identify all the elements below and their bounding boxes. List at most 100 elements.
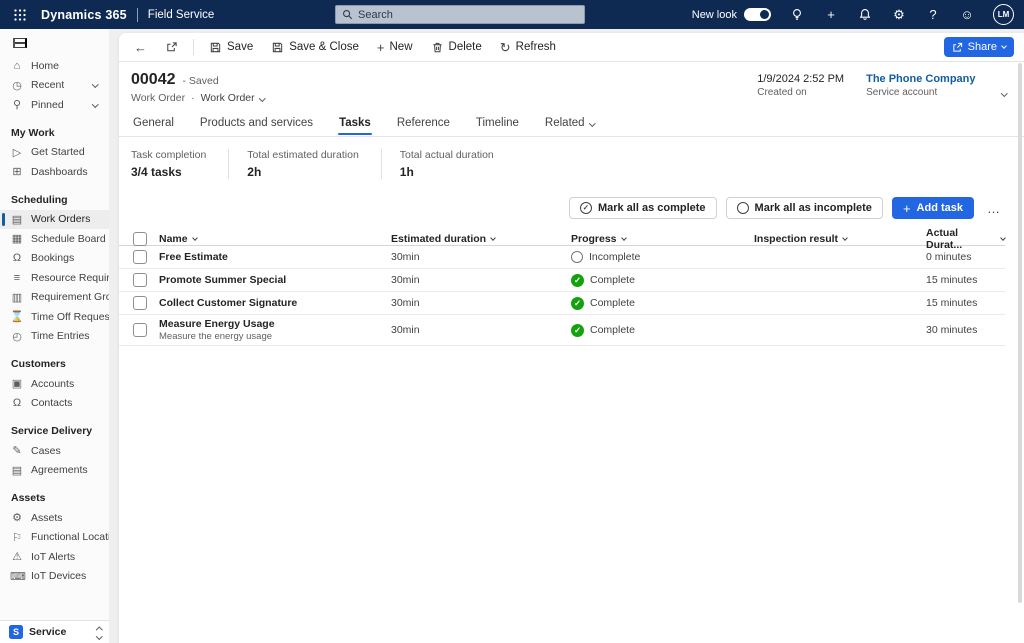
search-icon (343, 10, 353, 20)
column-header-actual-duration[interactable]: Actual Durat... (926, 227, 1006, 251)
sort-chevron-icon (620, 235, 627, 241)
form-tabs: General Products and services Tasks Refe… (119, 110, 1024, 136)
sidebar-item-get-started[interactable]: ▷ Get Started (0, 143, 109, 163)
new-look-toggle[interactable] (744, 8, 771, 21)
sidebar-item-resource-requirements[interactable]: ≡ Resource Requireme... (0, 268, 109, 288)
settings-gear-icon[interactable]: ⚙ (891, 7, 907, 23)
sidebar-item-assets[interactable]: ⚙ Assets (0, 508, 109, 528)
sidebar-item-agreements[interactable]: ▤ Agreements (0, 461, 109, 481)
stat-value: 2h (247, 165, 262, 179)
stat-divider (380, 149, 382, 179)
sidebar-item-recent[interactable]: ◷ Recent (0, 76, 109, 96)
share-icon (952, 42, 962, 52)
refresh-button[interactable]: ↻ Refresh (493, 36, 563, 58)
select-all-checkbox[interactable] (133, 232, 147, 246)
feedback-smiley-icon[interactable]: ☺ (959, 7, 975, 23)
more-commands-button[interactable]: … (983, 199, 1005, 218)
table-row[interactable]: Collect Customer Signature 30min ✓ Compl… (119, 292, 1005, 315)
notifications-bell-icon[interactable] (857, 7, 873, 23)
table-row[interactable]: Measure Energy Usage Measure the energy … (119, 315, 1005, 346)
circle-check-icon: ✓ (579, 202, 592, 214)
tab-tasks[interactable]: Tasks (338, 113, 372, 137)
sidebar-item-label: Bookings (31, 252, 75, 265)
help-icon[interactable]: ? (925, 7, 941, 23)
mark-all-incomplete-button[interactable]: Mark all as incomplete (725, 197, 883, 219)
sidebar-item-bookings[interactable]: Ω Bookings (0, 249, 109, 269)
delete-button[interactable]: Delete (424, 36, 489, 58)
sidebar-item-cases[interactable]: ✎ Cases (0, 441, 109, 461)
area-switcher[interactable]: S Service (0, 620, 109, 643)
search-input[interactable] (358, 8, 578, 21)
app-launcher-icon[interactable] (9, 4, 31, 26)
sidebar-item-accounts[interactable]: ▣ Accounts (0, 374, 109, 394)
column-header-progress[interactable]: Progress (571, 233, 754, 245)
task-estimated-duration: 30min (391, 251, 420, 263)
sidebar-item-time-entries[interactable]: ◴ Time Entries (0, 327, 109, 347)
sidebar-item-schedule-board[interactable]: ▦ Schedule Board (0, 229, 109, 249)
column-header-inspection-result[interactable]: Inspection result (754, 233, 926, 245)
estimated-duration-stat: Total estimated duration 2h (247, 149, 380, 179)
agreement-document-icon: ▤ (11, 464, 23, 477)
row-checkbox[interactable] (133, 250, 147, 264)
sidebar-item-label: Functional Locations (31, 531, 109, 544)
vertical-scrollbar[interactable] (1018, 63, 1022, 603)
sidebar-item-home[interactable]: ⌂ Home (0, 56, 109, 76)
gear-glyph: ⚙ (893, 7, 905, 22)
global-search-box[interactable] (335, 5, 585, 24)
sidebar-item-requirement-groups[interactable]: ▥ Requirement Groups (0, 288, 109, 308)
new-button[interactable]: + New (370, 36, 420, 58)
account-link[interactable]: The Phone Company (866, 73, 975, 85)
sidebar-item-pinned[interactable]: ⚲ Pinned (0, 95, 109, 115)
sidebar-item-iot-alerts[interactable]: ⚠ IoT Alerts (0, 547, 109, 567)
task-name: Free Estimate (159, 251, 228, 263)
add-task-button[interactable]: + Add task (891, 197, 974, 219)
service-account-field: The Phone Company Service account (866, 73, 975, 98)
tab-general[interactable]: General (132, 113, 175, 137)
calendar-board-icon: ▦ (11, 233, 23, 246)
home-icon: ⌂ (13, 59, 21, 72)
save-button[interactable]: Save (202, 36, 260, 58)
sidebar-item-dashboards[interactable]: ⊞ Dashboards (0, 162, 109, 182)
open-in-new-window-button[interactable] (158, 36, 185, 58)
user-avatar[interactable]: LM (993, 4, 1014, 25)
column-header-estimated-duration[interactable]: Estimated duration (391, 233, 571, 245)
form-name-label: Work Order (200, 92, 255, 104)
app-name[interactable]: Field Service (148, 9, 214, 21)
row-checkbox[interactable] (133, 323, 147, 337)
pin-icon: ⚲ (12, 99, 22, 112)
share-button[interactable]: Share (943, 37, 1014, 57)
table-row[interactable]: Free Estimate 30min Incomplete 0 minutes (119, 246, 1005, 269)
sidebar-item-functional-locations[interactable]: ⚐ Functional Locations (0, 528, 109, 548)
entity-separator: · (191, 92, 195, 104)
work-order-icon: ▤ (11, 213, 23, 226)
column-header-name[interactable]: Name (159, 233, 391, 245)
add-icon[interactable]: + (823, 7, 839, 23)
row-checkbox[interactable] (133, 273, 147, 287)
sidebar-item-work-orders[interactable]: ▤ Work Orders (0, 209, 109, 229)
brand-title[interactable]: Dynamics 365 (41, 8, 127, 22)
back-button[interactable]: ← (127, 36, 154, 58)
sidebar-group-header-customers: Customers (11, 358, 66, 370)
sidebar-item-time-off-requests[interactable]: ⌛ Time Off Requests (0, 307, 109, 327)
tab-label: General (133, 117, 174, 129)
circle-empty-icon (736, 202, 749, 214)
tab-related[interactable]: Related (544, 113, 595, 137)
task-description: Measure the energy usage (159, 331, 273, 342)
lightbulb-icon[interactable] (789, 7, 805, 23)
form-selector[interactable]: Work Order (200, 92, 266, 104)
row-checkbox[interactable] (133, 296, 147, 310)
save-and-close-button[interactable]: Save & Close (264, 36, 366, 58)
collapse-sidebar-icon[interactable] (13, 38, 27, 48)
tab-timeline[interactable]: Timeline (475, 113, 520, 137)
mark-all-incomplete-label: Mark all as incomplete (754, 202, 872, 214)
sidebar-item-contacts[interactable]: Ω Contacts (0, 394, 109, 414)
tab-reference[interactable]: Reference (396, 113, 451, 137)
task-progress: Complete (590, 274, 635, 286)
expand-header-button[interactable] (998, 79, 1011, 102)
table-row[interactable]: Promote Summer Special 30min ✓ Complete … (119, 269, 1005, 292)
tab-products-and-services[interactable]: Products and services (199, 113, 314, 137)
mark-all-complete-button[interactable]: ✓ Mark all as complete (568, 197, 717, 219)
sidebar-item-iot-devices[interactable]: ⌨ IoT Devices (0, 567, 109, 587)
location-flag-icon: ⚐ (12, 531, 22, 544)
sidebar-item-label: Recent (31, 79, 65, 92)
